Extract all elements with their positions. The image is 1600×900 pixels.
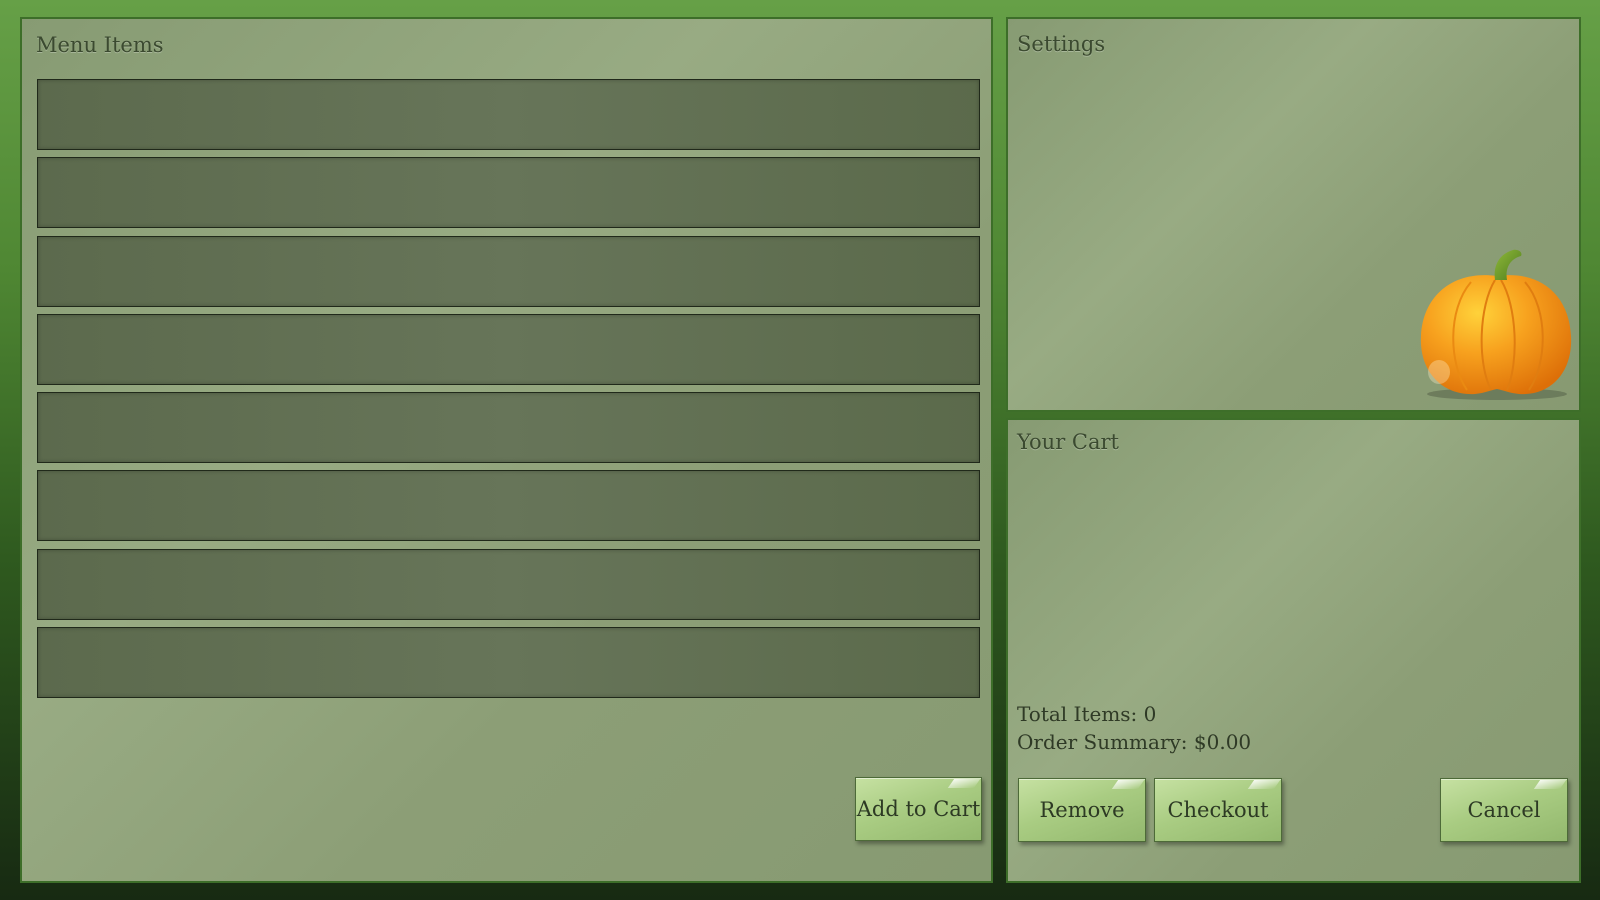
menu-item-slot-1[interactable] (37, 79, 980, 150)
menu-item-slot-7[interactable] (37, 548, 980, 620)
menu-items-title: Menu Items (36, 33, 164, 57)
settings-panel: Settings (1006, 17, 1581, 412)
menu-items-panel: Menu Items Add to Cart (20, 17, 993, 883)
menu-item-slot-3[interactable] (37, 235, 980, 307)
menu-item-slot-2[interactable] (37, 157, 980, 229)
cart-title: Your Cart (1017, 430, 1119, 454)
menu-item-slot-6[interactable] (37, 470, 980, 542)
total-items-text: Total Items: 0 (1017, 702, 1157, 726)
pumpkin-icon (1420, 249, 1572, 400)
remove-button[interactable]: Remove (1018, 778, 1146, 842)
menu-item-slot-5[interactable] (37, 392, 980, 464)
checkout-button[interactable]: Checkout (1154, 778, 1282, 842)
order-summary-text: Order Summary: $0.00 (1017, 730, 1252, 754)
menu-items-list (37, 79, 980, 705)
add-to-cart-button[interactable]: Add to Cart (855, 777, 982, 841)
cart-panel: Your Cart Total Items: 0 Order Summary: … (1006, 418, 1581, 883)
menu-item-slot-4[interactable] (37, 313, 980, 385)
menu-item-slot-8[interactable] (37, 627, 980, 699)
cancel-button[interactable]: Cancel (1440, 778, 1568, 842)
settings-title: Settings (1017, 32, 1106, 56)
